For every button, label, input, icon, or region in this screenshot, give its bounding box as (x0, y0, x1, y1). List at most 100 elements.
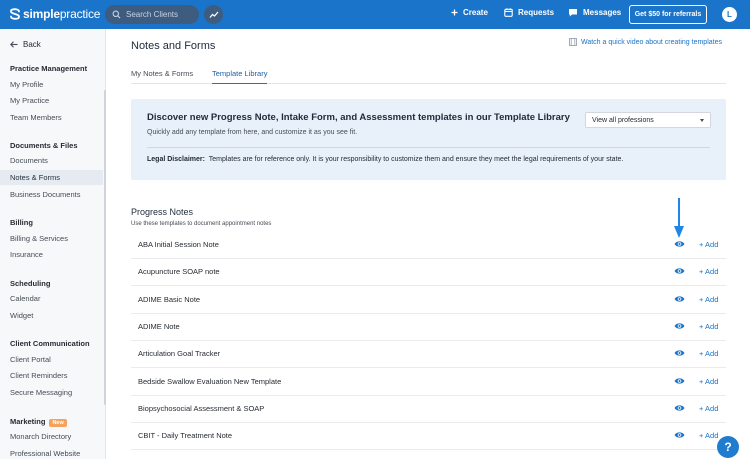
marketing-label: Marketing (10, 417, 46, 426)
sidebar-item-billing-services[interactable]: Billing & Services (0, 231, 103, 246)
sidebar-item-monarch-directory[interactable]: Monarch Directory (0, 429, 103, 444)
add-template-button[interactable]: + Add (699, 431, 718, 440)
simplepractice-logo[interactable]: simple practice (8, 7, 100, 21)
sidebar-item-my-profile[interactable]: My Profile (0, 77, 103, 92)
legal-disclaimer-text: Templates are for reference only. It is … (208, 156, 624, 163)
sidebar-section-documents-files: Documents & Files (10, 141, 78, 150)
template-row: CBIT - Daily Treatment Note + Add (131, 423, 726, 450)
add-template-button[interactable]: + Add (699, 349, 718, 358)
trend-line-icon (209, 11, 218, 18)
template-name: CBIT - Daily Treatment Note (138, 431, 233, 440)
new-badge: New (49, 419, 67, 427)
template-name: Biopsychosocial Assessment & SOAP (138, 404, 265, 413)
sidebar-item-insurance[interactable]: Insurance (0, 247, 103, 262)
requests-button[interactable]: Requests (504, 8, 554, 17)
requests-label: Requests (518, 8, 555, 17)
logo-text-bold: simple (23, 7, 60, 21)
add-template-button[interactable]: + Add (699, 267, 718, 276)
arrow-left-icon (10, 41, 18, 48)
add-template-button[interactable]: + Add (699, 404, 718, 413)
sidebar-item-business-documents[interactable]: Business Documents (0, 187, 103, 202)
banner-divider (147, 147, 710, 148)
tab-template-library[interactable]: Template Library (212, 69, 268, 84)
sidebar-section-scheduling: Scheduling (10, 279, 51, 288)
logo-text-light: practice (59, 7, 101, 21)
logo-mark-icon (10, 8, 20, 20)
template-name: Acupuncture SOAP note (138, 267, 220, 276)
professions-select-value: View all professions (592, 116, 654, 124)
create-label: Create (463, 8, 488, 17)
template-name: Bedside Swallow Evaluation New Template (138, 377, 282, 386)
template-library-banner: Discover new Progress Note, Intake Form,… (131, 99, 726, 180)
preview-eye-icon[interactable] (674, 377, 685, 385)
preview-eye-icon[interactable] (674, 295, 685, 303)
sidebar-item-notes-forms[interactable]: Notes & Forms (0, 170, 103, 185)
banner-title: Discover new Progress Note, Intake Form,… (147, 112, 570, 123)
sidebar-scrollbar[interactable] (104, 90, 106, 405)
template-row: ABA Initial Session Note + Add (131, 232, 726, 259)
sidebar-item-widget[interactable]: Widget (0, 308, 103, 323)
sidebar-item-my-practice[interactable]: My Practice (0, 93, 103, 108)
sidebar-item-client-portal[interactable]: Client Portal (0, 352, 103, 367)
search-clients-box[interactable] (105, 5, 199, 24)
template-row: Articulation Goal Tracker + Add (131, 341, 726, 368)
legal-disclaimer: Legal Disclaimer: Templates are for refe… (147, 156, 623, 163)
user-avatar[interactable]: L (722, 7, 737, 22)
plus-icon (451, 9, 458, 16)
analytics-button[interactable] (204, 5, 223, 24)
chat-icon (569, 9, 577, 17)
watch-video-link[interactable]: Watch a quick video about creating templ… (569, 38, 722, 46)
template-name: ABA Initial Session Note (138, 240, 219, 249)
sidebar-item-secure-messaging[interactable]: Secure Messaging (0, 385, 103, 400)
sidebar-section-client-communication: Client Communication (10, 339, 90, 348)
messages-label: Messages (583, 8, 622, 17)
template-row: Acupuncture SOAP note + Add (131, 259, 726, 286)
preview-eye-icon[interactable] (674, 404, 685, 412)
progress-notes-subtitle: Use these templates to document appointm… (131, 221, 272, 227)
preview-eye-icon[interactable] (674, 322, 685, 330)
preview-eye-icon[interactable] (674, 431, 685, 439)
template-row: Biopsychosocial Assessment & SOAP + Add (131, 396, 726, 423)
messages-button[interactable]: Messages (568, 8, 621, 17)
template-row: Bedside Swallow Evaluation New Template … (131, 369, 726, 396)
add-template-button[interactable]: + Add (699, 295, 718, 304)
settings-sidebar: Back Practice Management My Profile My P… (0, 29, 106, 459)
film-icon (569, 38, 577, 46)
add-template-button[interactable]: + Add (699, 377, 718, 386)
chevron-down-icon (700, 119, 704, 122)
add-template-button[interactable]: + Add (699, 240, 718, 249)
notes-forms-tabs: My Notes & Forms Template Library (131, 69, 726, 84)
search-clients-input[interactable] (126, 10, 196, 19)
sidebar-item-professional-website[interactable]: Professional Website (0, 446, 103, 459)
add-template-button[interactable]: + Add (699, 322, 718, 331)
template-name: ADIME Basic Note (138, 295, 201, 304)
sidebar-section-practice-management: Practice Management (10, 64, 88, 73)
referral-button[interactable]: Get $50 for referrals (629, 5, 707, 24)
sidebar-item-documents[interactable]: Documents (0, 153, 103, 168)
sidebar-item-client-reminders[interactable]: Client Reminders (0, 368, 103, 383)
back-label: Back (23, 40, 41, 49)
template-row: ADIME Basic Note + Add (131, 287, 726, 314)
sidebar-section-billing: Billing (10, 218, 33, 227)
preview-eye-icon[interactable] (674, 349, 685, 357)
template-name: ADIME Note (138, 322, 180, 331)
legal-disclaimer-label: Legal Disclaimer: (147, 156, 205, 163)
sidebar-item-calendar[interactable]: Calendar (0, 291, 103, 306)
sidebar-item-team-members[interactable]: Team Members (0, 110, 103, 125)
back-link[interactable]: Back (10, 40, 41, 49)
page-title: Notes and Forms (131, 40, 216, 52)
preview-eye-icon[interactable] (674, 267, 685, 275)
template-name: Articulation Goal Tracker (138, 349, 221, 358)
professions-select[interactable]: View all professions (585, 112, 711, 128)
banner-subtitle: Quickly add any template from here, and … (147, 129, 358, 136)
annotation-arrow-icon (674, 198, 684, 238)
preview-eye-icon[interactable] (674, 240, 685, 248)
help-button[interactable]: ? (717, 436, 739, 458)
create-button[interactable]: Create (451, 8, 488, 17)
template-row: ADIME Note + Add (131, 314, 726, 341)
progress-notes-title: Progress Notes (131, 207, 194, 217)
top-navigation-bar: simplepractice Create Requests (0, 0, 750, 29)
sidebar-section-marketing: Marketing New (10, 417, 67, 427)
search-icon (112, 10, 121, 19)
tab-my-notes-forms[interactable]: My Notes & Forms (131, 69, 193, 84)
